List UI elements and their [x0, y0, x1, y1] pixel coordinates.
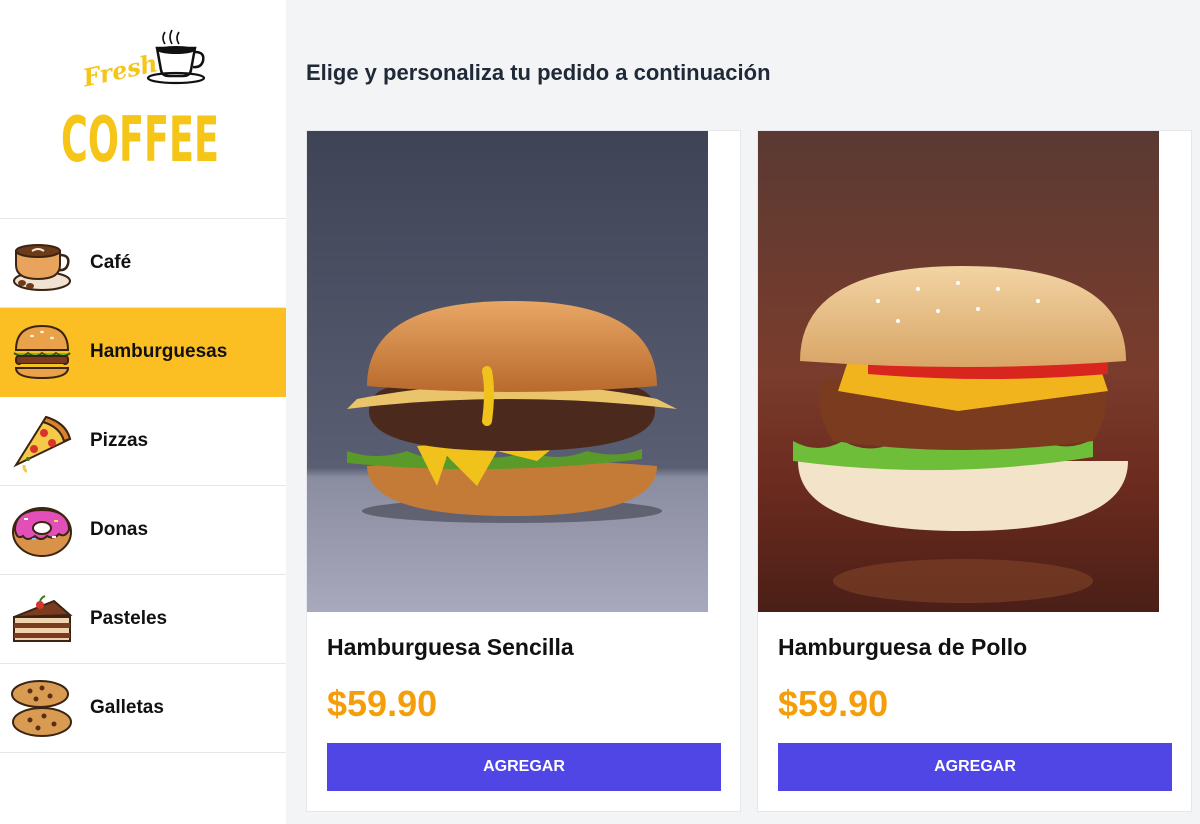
sidebar-item-label: Hamburguesas — [90, 341, 228, 362]
sidebar-item-label: Pizzas — [90, 430, 149, 451]
add-to-order-button[interactable]: AGREGAR — [327, 743, 721, 791]
product-price: $59.90 — [327, 683, 438, 724]
chicken-burger-photo — [758, 131, 1159, 612]
burger-icon — [13, 324, 71, 380]
logo-word-fresh: Fresh — [79, 48, 160, 92]
burger-photo — [307, 131, 708, 612]
product-card: Hamburguesa Sencilla $59.90 AGREGAR — [306, 130, 741, 812]
pizza-slice-icon — [13, 415, 72, 473]
product-name: Hamburguesa Sencilla — [327, 634, 574, 660]
category-list: Café Hamburguesas Pizzas Donas Pasteles … — [0, 218, 286, 753]
main-content: Elige y personaliza tu pedido a continua… — [286, 0, 1200, 824]
product-price: $59.90 — [778, 683, 889, 724]
cake-slice-icon — [13, 595, 73, 642]
cookies-icon — [11, 680, 72, 737]
logo-word-coffee: COFFEE — [61, 103, 219, 173]
fresh-coffee-logo[interactable]: Fresh COFFEE — [55, 28, 230, 176]
sidebar-item-hamburguesas[interactable]: Hamburguesas — [0, 308, 286, 397]
sidebar-item-galletas[interactable]: Galletas — [0, 664, 286, 753]
product-name: Hamburguesa de Pollo — [778, 634, 1028, 660]
sidebar-item-label: Pasteles — [90, 608, 168, 629]
coffee-cup-icon — [13, 244, 71, 291]
product-card: Hamburguesa de Pollo $59.90 AGREGAR — [757, 130, 1192, 812]
page-title: Elige y personaliza tu pedido a continua… — [306, 60, 771, 85]
add-to-order-button[interactable]: AGREGAR — [778, 743, 1172, 791]
sidebar-item-label: Galletas — [90, 697, 164, 718]
sidebar: Fresh COFFEE Café Hamburguesas Pizzas Do… — [0, 0, 286, 824]
sidebar-item-pizzas[interactable]: Pizzas — [0, 397, 286, 486]
sidebar-item-cafe[interactable]: Café — [0, 219, 286, 308]
sidebar-item-label: Donas — [90, 519, 149, 540]
sidebar-item-label: Café — [90, 252, 132, 273]
donut-icon — [12, 507, 72, 557]
sidebar-item-pasteles[interactable]: Pasteles — [0, 575, 286, 664]
sidebar-item-donas[interactable]: Donas — [0, 486, 286, 575]
